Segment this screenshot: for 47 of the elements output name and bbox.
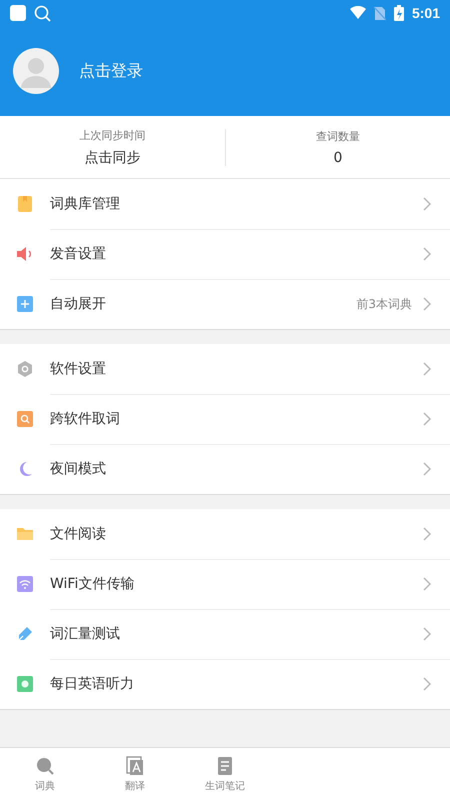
no-sim-icon (374, 6, 386, 20)
chevron-icon (422, 196, 432, 212)
book-icon (16, 195, 34, 213)
battery-icon (394, 5, 404, 21)
menu-item[interactable]: 词汇量测试 (0, 609, 450, 659)
avatar (13, 48, 59, 94)
chevron-icon (422, 576, 432, 592)
wifi-icon (350, 6, 366, 20)
chevron-icon (422, 410, 432, 426)
item-detail: 前3本词典 (356, 296, 412, 312)
stat-label: 上次同步时间 (80, 128, 146, 142)
menu-item[interactable]: 文件阅读 (0, 509, 450, 559)
tab[interactable]: 词典 (0, 748, 90, 800)
translate-icon (125, 756, 145, 776)
chevron-icon (422, 246, 432, 262)
chevron-icon (422, 360, 432, 376)
menu-item[interactable]: 软件设置 (0, 344, 450, 394)
menu-item[interactable]: 跨软件取词 (0, 394, 450, 444)
chevron-icon (422, 626, 432, 642)
menu-item[interactable]: 每日英语听力 (0, 659, 450, 709)
speaker-icon (16, 245, 34, 263)
menu-item[interactable]: WiFi文件传输 (0, 559, 450, 609)
app-icon (10, 5, 26, 21)
menu-item[interactable]: 发音设置 (0, 229, 450, 279)
plus-icon (16, 295, 34, 313)
menu-item[interactable]: 自动展开 前3本词典 (0, 279, 450, 329)
settings-icon (16, 360, 34, 378)
pen-icon (16, 625, 34, 643)
stat-label: 查词数量 (316, 128, 360, 144)
chevron-icon (422, 461, 432, 477)
menu-item[interactable]: 词典库管理 (0, 179, 450, 229)
stat-value[interactable]: 点击同步 (84, 148, 140, 166)
wifi-icon (16, 575, 34, 593)
menu-item[interactable]: 夜间模式 (0, 444, 450, 494)
chevron-icon (422, 526, 432, 542)
search-icon (35, 756, 55, 776)
chevron-icon (422, 676, 432, 692)
tab[interactable]: 生词笔记 (180, 748, 270, 800)
record-icon (16, 675, 34, 693)
stat-value: 0 (334, 150, 342, 166)
dictionary-icon (34, 4, 51, 22)
notes-icon (215, 756, 235, 776)
folder-icon (16, 525, 34, 543)
clock: 5:01 (412, 5, 440, 21)
chevron-icon (422, 296, 432, 312)
search-icon (16, 410, 34, 428)
tab[interactable]: 翻译 (90, 748, 180, 800)
